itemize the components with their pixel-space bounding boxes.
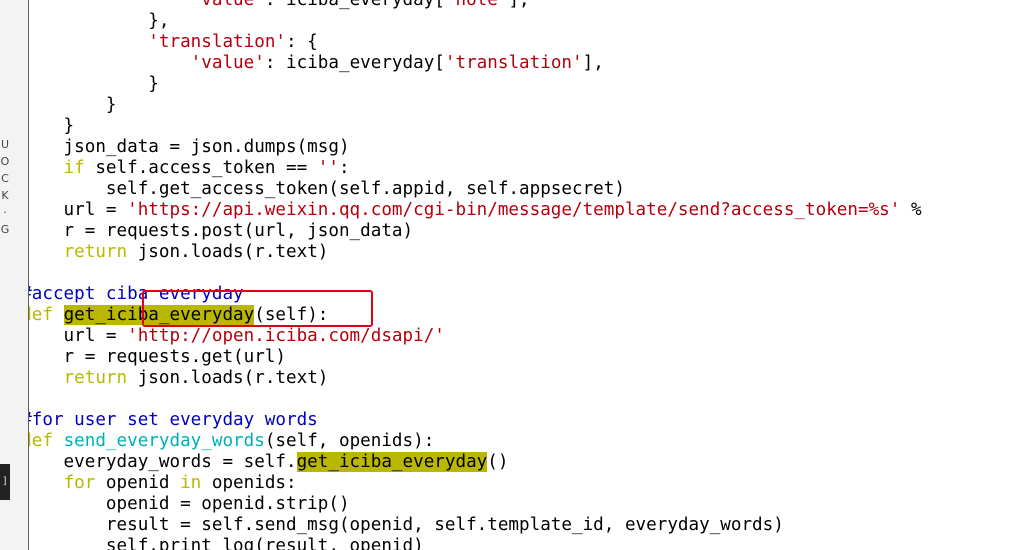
code-line[interactable]: return json.loads(r.text) bbox=[29, 368, 922, 389]
code-token: openids: bbox=[201, 473, 297, 493]
code-token: everyday_words = self. bbox=[29, 452, 297, 472]
code-line[interactable]: 'value': iciba_everyday['note'], bbox=[29, 0, 922, 11]
code-line[interactable]: self.print_log(result, openid) bbox=[29, 536, 922, 550]
code-token: ], bbox=[508, 0, 530, 10]
search-match: get_iciba_everyday bbox=[296, 452, 488, 472]
code-line[interactable]: url = 'https://api.weixin.qq.com/cgi-bin… bbox=[29, 200, 922, 221]
code-token: : bbox=[338, 158, 350, 178]
code-line[interactable]: #accept ciba everyday bbox=[29, 284, 922, 305]
code-line[interactable]: for openid in openids: bbox=[29, 473, 922, 494]
code-token: 'note' bbox=[444, 0, 509, 10]
code-line[interactable]: def send_everyday_words(self, openids): bbox=[29, 431, 922, 452]
code-token: def bbox=[29, 431, 53, 451]
side-letter: K bbox=[1, 189, 9, 202]
code-token: for bbox=[63, 473, 96, 493]
code-line[interactable]: r = requests.post(url, json_data) bbox=[29, 221, 922, 242]
code-token: 'value' bbox=[190, 0, 265, 10]
code-token: self.print_log(result, openid) bbox=[29, 536, 424, 550]
code-token: r = requests.post(url, json_data) bbox=[29, 221, 414, 241]
code-line[interactable]: openid = openid.strip() bbox=[29, 494, 922, 515]
code-token: r = requests.get(url) bbox=[63, 347, 286, 367]
code-line[interactable]: } bbox=[29, 74, 922, 95]
code-line[interactable]: return json.loads(r.text) bbox=[29, 242, 922, 263]
code-token: } bbox=[148, 74, 159, 94]
code-line[interactable] bbox=[29, 389, 922, 410]
code-token: 'value' bbox=[190, 53, 265, 73]
code-line[interactable]: if self.access_token == '': bbox=[29, 158, 922, 179]
code-token: } bbox=[105, 95, 117, 115]
code-token: json_data = json.dumps(msg) bbox=[29, 137, 350, 157]
side-letter: G bbox=[0, 223, 10, 236]
code-text[interactable]: 'value': iciba_everyday['note'], }, 'tra… bbox=[29, 0, 922, 550]
code-token: def bbox=[29, 305, 53, 325]
code-line[interactable] bbox=[29, 263, 922, 284]
side-panel-tab[interactable]: ] bbox=[0, 464, 10, 500]
side-letter: · bbox=[3, 206, 7, 219]
code-line[interactable]: } bbox=[29, 95, 922, 116]
code-editor[interactable]: 'value': iciba_everyday['note'], }, 'tra… bbox=[29, 0, 1009, 550]
code-token: }, bbox=[148, 11, 170, 31]
code-token: ], bbox=[582, 53, 604, 73]
code-token: json.loads(r.text) bbox=[127, 368, 329, 388]
code-token: % bbox=[900, 200, 922, 220]
code-line[interactable]: 'value': iciba_everyday['translation'], bbox=[29, 53, 922, 74]
code-token: : { bbox=[286, 32, 318, 52]
search-match: get_iciba_everyday bbox=[63, 305, 255, 325]
code-token: #accept ciba everyday bbox=[29, 284, 244, 304]
code-token: self.get_access_token(self.appid, self.a… bbox=[29, 179, 625, 199]
code-line[interactable]: url = 'http://open.iciba.com/dsapi/' bbox=[29, 326, 922, 347]
side-letter: U bbox=[0, 138, 10, 151]
code-line[interactable]: } bbox=[29, 116, 922, 137]
left-panel-strip: U O C K · G ] bbox=[0, 0, 29, 550]
code-token: : iciba_everyday[ bbox=[264, 53, 445, 73]
code-token: self.access_token == bbox=[84, 158, 318, 178]
code-line[interactable]: r = requests.get(url) bbox=[29, 347, 922, 368]
code-token: openid = openid.strip() bbox=[29, 494, 350, 514]
code-token: #for user set everyday words bbox=[29, 410, 318, 430]
code-token: url = bbox=[63, 326, 117, 346]
code-token: (self): bbox=[254, 305, 329, 325]
code-token: (self, openids): bbox=[264, 431, 435, 451]
code-token: in bbox=[180, 473, 202, 493]
code-line[interactable]: json_data = json.dumps(msg) bbox=[29, 137, 922, 158]
code-token: 'http://open.iciba.com/dsapi/' bbox=[127, 326, 445, 346]
code-token: if bbox=[63, 158, 85, 178]
code-token: '' bbox=[317, 158, 339, 178]
code-token: : iciba_everyday[ bbox=[264, 0, 445, 10]
code-token: openid bbox=[95, 473, 181, 493]
code-token: json.loads(r.text) bbox=[127, 242, 329, 262]
code-token: return bbox=[63, 242, 128, 262]
code-token: 'https://api.weixin.qq.com/cgi-bin/messa… bbox=[127, 200, 901, 220]
code-line[interactable]: 'translation': { bbox=[29, 32, 922, 53]
code-line[interactable]: everyday_words = self.get_iciba_everyday… bbox=[29, 452, 922, 473]
code-line[interactable]: #for user set everyday words bbox=[29, 410, 922, 431]
code-token: return bbox=[63, 368, 128, 388]
side-letter: C bbox=[1, 172, 9, 185]
code-token: } bbox=[63, 116, 75, 136]
code-line[interactable]: result = self.send_msg(openid, self.temp… bbox=[29, 515, 922, 536]
code-token: send_everyday_words bbox=[63, 431, 265, 451]
code-token: 'translation' bbox=[444, 53, 583, 73]
side-letter: O bbox=[0, 155, 10, 168]
code-line[interactable]: self.get_access_token(self.appid, self.a… bbox=[29, 179, 922, 200]
code-token: () bbox=[487, 452, 509, 472]
side-panel-labels: U O C K · G bbox=[0, 136, 10, 238]
code-token: result = self.send_msg(openid, self.temp… bbox=[29, 515, 784, 535]
code-token: 'translation' bbox=[148, 32, 286, 52]
code-line[interactable]: }, bbox=[29, 11, 922, 32]
code-line[interactable]: def get_iciba_everyday(self): bbox=[29, 305, 922, 326]
code-token: url = bbox=[63, 200, 117, 220]
